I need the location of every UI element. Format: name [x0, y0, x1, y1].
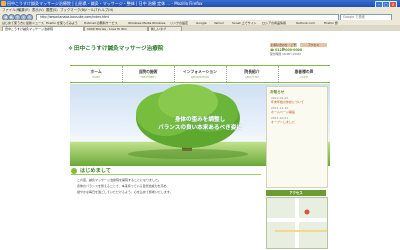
firefox-icon	[1, 1, 6, 6]
bookmark-item[interactable]: Firefox を使ってみよう	[46, 21, 78, 25]
nav-sublabel: TREATMENT	[140, 76, 156, 79]
bookmark-item[interactable]: Outlook.com	[296, 21, 315, 25]
bookmark-item[interactable]: リンクの設定	[170, 21, 188, 25]
news-title: ホームページ開設	[271, 109, 295, 114]
map-illustration	[267, 198, 327, 248]
news-title: 年末年始の休診について	[271, 99, 304, 104]
access-map[interactable]	[266, 197, 328, 249]
news-heading: お知らせ	[270, 90, 285, 94]
nav-sublabel: ABOUT ME	[245, 76, 259, 79]
nav-information[interactable]: インフォメーション INFORMATION	[174, 66, 227, 82]
contact-button[interactable]: お問い合わせ・ご予約	[270, 43, 297, 51]
nav-label: 患者様の声	[294, 69, 314, 74]
news-sidebar: お知らせ 2012.01.22 年末年始の休診について 2011.11.15 ホ…	[266, 86, 328, 188]
business-hours: 受付時間 10:00〜20:00	[270, 52, 301, 56]
window-titlebar: 田中こうすけ鍼灸マッサージ治療院 | 山形県・鍼灸・マッサージ・整体 | 日中 …	[0, 0, 400, 8]
access-button[interactable]: アクセス	[266, 190, 326, 196]
site-logo-text: 田中こうすけ鍼灸マッサージ治療院	[74, 46, 164, 52]
news-item[interactable]: 2011.10.01 オープンしました	[271, 116, 323, 124]
greeting-text: この度、鍼灸マッサージ治療院を開院することになりました。	[77, 178, 161, 182]
nav-home[interactable]: ホーム HOME	[70, 66, 123, 82]
nav-voice[interactable]: 患者様の声 VOICE	[278, 66, 330, 82]
access-header-button[interactable]: アクセス	[300, 43, 327, 47]
news-title: オープンしました	[271, 119, 295, 124]
news-item[interactable]: 2012.01.22 年末年始の休診について	[271, 96, 323, 104]
nav-treatment[interactable]: 当院の施術 TREATMENT	[122, 66, 175, 82]
menu-bookmarks[interactable]: ブックマーク(B)	[60, 8, 85, 12]
bookmark-item[interactable]: はじめて使う方に	[2, 21, 26, 25]
menu-tools[interactable]: ツール(T)	[84, 8, 99, 12]
search-placeholder: Google で検索	[343, 15, 365, 19]
nav-label: ホーム	[90, 69, 102, 74]
menu-view[interactable]: 表示(V)	[32, 8, 44, 12]
bookmark-item[interactable]: 最新ニュース	[26, 21, 44, 25]
nav-label: 当院の施術	[138, 69, 158, 74]
bookmark-item[interactable]: Yahoo!	[214, 21, 224, 25]
global-nav: ホーム HOME 当院の施術 TREATMENT インフォメーション INFOR…	[70, 65, 330, 83]
nav-label: インフォメーション	[183, 69, 217, 74]
greeting-text: 身体のバランスを整えることで、本来持っている自然治癒力を高め、	[77, 184, 170, 188]
nav-about[interactable]: 院長紹介 ABOUT ME	[226, 66, 279, 82]
address-url: http://www.tanaka-kousuke.com/index.html	[40, 15, 110, 19]
nav-sublabel: HOME	[92, 76, 100, 79]
greeting-text: 健やかな毎日を過ごしていただけるよう、心を込めて施術いたします。	[77, 190, 173, 194]
bookmark-item[interactable]: Firefox 旅	[324, 21, 338, 25]
bookmark-item[interactable]: ロシアの商品情報	[262, 21, 286, 25]
site-logo[interactable]: ❖田中こうすけ鍼灸マッサージ治療院	[68, 44, 163, 52]
bookmark-item[interactable]: Windows	[152, 21, 165, 25]
bullet-icon	[71, 168, 77, 174]
window-title: 田中こうすけ鍼灸マッサージ治療院 | 山形県・鍼灸・マッサージ・整体 | 日中 …	[7, 1, 203, 6]
menu-history[interactable]: 履歴(S)	[46, 8, 58, 12]
greeting-heading: はじめまして	[80, 168, 111, 174]
nav-sublabel: INFORMATION	[190, 76, 210, 79]
bookmark-item[interactable]: Sonet 上でサイト	[232, 21, 257, 25]
greeting-header: はじめまして	[71, 168, 261, 175]
bookmark-item[interactable]: Google	[196, 21, 207, 25]
bookmark-item[interactable]: Windows Media	[128, 21, 151, 25]
bookmark-item[interactable]: Hotmail の無料サービス	[84, 21, 118, 25]
menu-help[interactable]: ヘルプ(H)	[98, 8, 113, 12]
news-item[interactable]: 2011.11.15 ホームページ開設	[271, 106, 323, 114]
leaf-icon: ❖	[68, 46, 74, 52]
nav-label: 院長紹介	[244, 69, 260, 74]
menu-edit[interactable]: 編集(E)	[18, 8, 30, 12]
nav-sublabel: VOICE	[300, 76, 308, 79]
